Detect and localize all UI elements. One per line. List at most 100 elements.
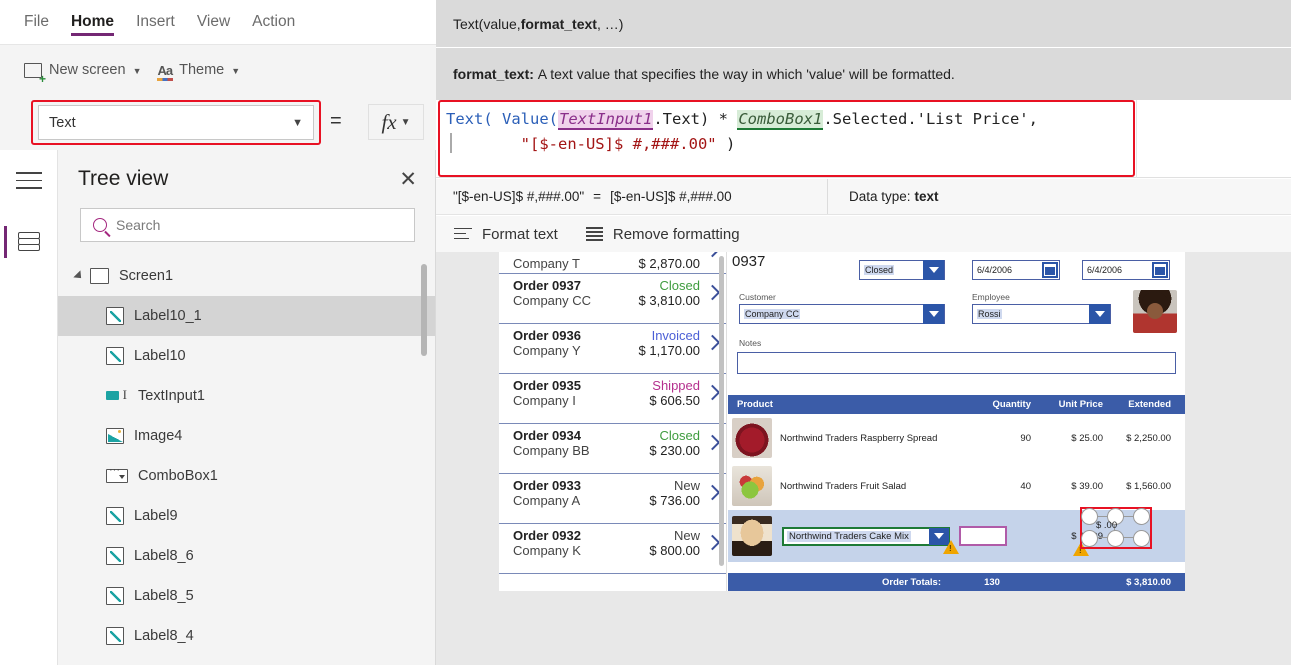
menu-hamburger-icon[interactable] bbox=[16, 172, 42, 190]
calendar-icon[interactable] bbox=[1042, 262, 1058, 278]
gallery-status: Closed bbox=[659, 278, 700, 293]
tree-item-image4[interactable]: Image4 bbox=[58, 416, 435, 456]
gallery-item-0933[interactable]: Order 0933 New Company A $ 736.00 bbox=[499, 474, 726, 524]
gallery-company: Company Y bbox=[513, 343, 581, 358]
expand-caret-icon[interactable] bbox=[73, 270, 85, 282]
product-quantity: 90 bbox=[1020, 432, 1031, 444]
customer-value: Company CC bbox=[744, 309, 801, 319]
theme-icon: Aa bbox=[157, 62, 174, 81]
calendar-icon[interactable] bbox=[1152, 262, 1168, 278]
layers-icon bbox=[18, 232, 40, 252]
tree-item-screen1[interactable]: Screen1 bbox=[58, 256, 435, 296]
tree-item-label10-1[interactable]: Label10_1 bbox=[58, 296, 435, 336]
resize-handles: $ .00 bbox=[1081, 508, 1150, 547]
employee-dropdown[interactable]: Rossi bbox=[972, 304, 1111, 324]
new-screen-button[interactable]: New screen ▼ bbox=[24, 62, 142, 85]
tree-item-label: ComboBox1 bbox=[138, 468, 218, 484]
tree-item-label8-6[interactable]: Label8_6 bbox=[58, 536, 435, 576]
customer-dropdown[interactable]: Company CC bbox=[739, 304, 945, 324]
tab-file[interactable]: File bbox=[24, 0, 49, 44]
gallery-amount: $ 230.00 bbox=[649, 443, 700, 458]
tree-item-label8-4[interactable]: Label8_4 bbox=[58, 616, 435, 656]
studio-left-pane: File Home Insert View Action New screen … bbox=[0, 0, 477, 665]
gallery-order-number: Order 0932 bbox=[513, 528, 581, 543]
column-header-product: Product bbox=[737, 399, 773, 410]
tree-item-textinput1[interactable]: TextInput1 bbox=[58, 376, 435, 416]
chevron-right-icon bbox=[704, 534, 721, 551]
chevron-down-icon: ▼ bbox=[400, 116, 411, 128]
tab-insert[interactable]: Insert bbox=[136, 0, 175, 44]
tree-item-label: Label8_5 bbox=[134, 588, 194, 604]
product-thumbnail-icon bbox=[732, 466, 772, 506]
theme-label: Theme bbox=[179, 62, 225, 78]
order-gallery[interactable]: Company T $ 2,870.00 Order 0937 Closed C… bbox=[499, 252, 727, 591]
tree-item-combobox1[interactable]: ComboBox1 bbox=[58, 456, 435, 496]
product-row[interactable]: Northwind Traders Fruit Salad 40 $ 39.00… bbox=[728, 462, 1185, 510]
gallery-company: Company BB bbox=[513, 443, 590, 458]
column-header-unit-price: Unit Price bbox=[1058, 399, 1103, 410]
text-input-icon bbox=[106, 387, 128, 403]
formula-bar-highlight bbox=[438, 100, 1135, 177]
gallery-order-number: Order 0935 bbox=[513, 378, 581, 393]
order-date-field[interactable]: 6/4/2006 bbox=[972, 260, 1060, 280]
tab-home[interactable]: Home bbox=[70, 0, 115, 44]
format-text-button[interactable]: Format text bbox=[454, 226, 558, 243]
fx-icon: fx bbox=[381, 109, 397, 134]
quantity-input[interactable] bbox=[959, 526, 1007, 546]
product-combobox[interactable]: Northwind Traders Cake Mix bbox=[782, 526, 950, 546]
chevron-down-icon: ▼ bbox=[132, 66, 142, 76]
search-input[interactable]: Search bbox=[80, 208, 415, 242]
gallery-item-0936[interactable]: Order 0936 Invoiced Company Y $ 1,170.00 bbox=[499, 324, 726, 374]
gallery-status: New bbox=[673, 528, 700, 543]
order-date-value: 6/4/2006 bbox=[977, 265, 1013, 275]
employee-avatar bbox=[1133, 290, 1177, 333]
ship-date-field[interactable]: 6/4/2006 bbox=[1082, 260, 1170, 280]
rail-item-tree-view[interactable] bbox=[0, 218, 58, 266]
tree-item-label10[interactable]: Label10 bbox=[58, 336, 435, 376]
data-type-label: Data type: bbox=[849, 189, 911, 204]
label-icon bbox=[106, 547, 124, 565]
rail-selection-indicator bbox=[4, 226, 7, 258]
product-edit-row[interactable]: Northwind Traders Cake Mix $ 15.99 bbox=[728, 507, 1185, 562]
label-icon bbox=[106, 507, 124, 525]
gallery-order-number: Order 0934 bbox=[513, 428, 581, 443]
close-icon[interactable]: ✕ bbox=[399, 169, 417, 190]
tree-item-label: Screen1 bbox=[119, 268, 174, 284]
remove-formatting-button[interactable]: Remove formatting bbox=[585, 226, 740, 243]
tree-item-label9[interactable]: Label9 bbox=[58, 496, 435, 536]
gallery-item-0932[interactable]: Order 0932 New Company K $ 800.00 bbox=[499, 524, 726, 574]
chevron-right-icon bbox=[704, 252, 721, 258]
theme-button[interactable]: Aa Theme ▼ bbox=[157, 62, 240, 81]
chevron-down-icon bbox=[1089, 304, 1110, 324]
gallery-item-0935[interactable]: Order 0935 Shipped Company I $ 606.50 bbox=[499, 374, 726, 424]
status-dropdown[interactable]: Closed bbox=[859, 260, 945, 280]
tab-action[interactable]: Action bbox=[252, 0, 295, 44]
tree-item-label: Label9 bbox=[134, 508, 178, 524]
gallery-item-partial[interactable]: Company T $ 2,870.00 bbox=[499, 252, 726, 274]
resize-handle-sw[interactable] bbox=[1081, 530, 1098, 547]
result-value: [$-en-US]$ #,###.00 bbox=[610, 189, 732, 204]
gallery-item-0937[interactable]: Order 0937 Closed Company CC $ 3,810.00 bbox=[499, 274, 726, 324]
label-icon bbox=[106, 347, 124, 365]
combobox-icon bbox=[106, 464, 128, 483]
resize-handle-se[interactable] bbox=[1133, 530, 1150, 547]
power-apps-studio: File Home Insert View Action New screen … bbox=[0, 0, 1291, 665]
tree-item-label: Image4 bbox=[134, 428, 183, 444]
tree-item-label8-5[interactable]: Label8_5 bbox=[58, 576, 435, 616]
gallery-scrollbar[interactable] bbox=[719, 256, 724, 566]
selected-control-outline: $ .00 bbox=[1080, 507, 1152, 549]
tab-view[interactable]: View bbox=[197, 0, 230, 44]
gallery-item-0934[interactable]: Order 0934 Closed Company BB $ 230.00 bbox=[499, 424, 726, 474]
status-value: Closed bbox=[864, 265, 895, 275]
chevron-right-icon bbox=[704, 484, 721, 501]
tree-view-panel: Tree view ✕ Search Screen1 Label10_1 Lab… bbox=[58, 150, 436, 665]
notes-input[interactable] bbox=[737, 352, 1176, 374]
fx-button[interactable]: fx ▼ bbox=[368, 104, 424, 140]
resize-handle-ne[interactable] bbox=[1133, 508, 1150, 525]
product-row[interactable]: Northwind Traders Raspberry Spread 90 $ … bbox=[728, 414, 1185, 462]
gallery-company: Company T bbox=[513, 256, 580, 271]
resize-handle-s[interactable] bbox=[1107, 530, 1124, 547]
image-icon bbox=[106, 428, 124, 444]
tree-scrollbar[interactable] bbox=[421, 264, 427, 356]
new-screen-label: New screen bbox=[49, 62, 126, 78]
